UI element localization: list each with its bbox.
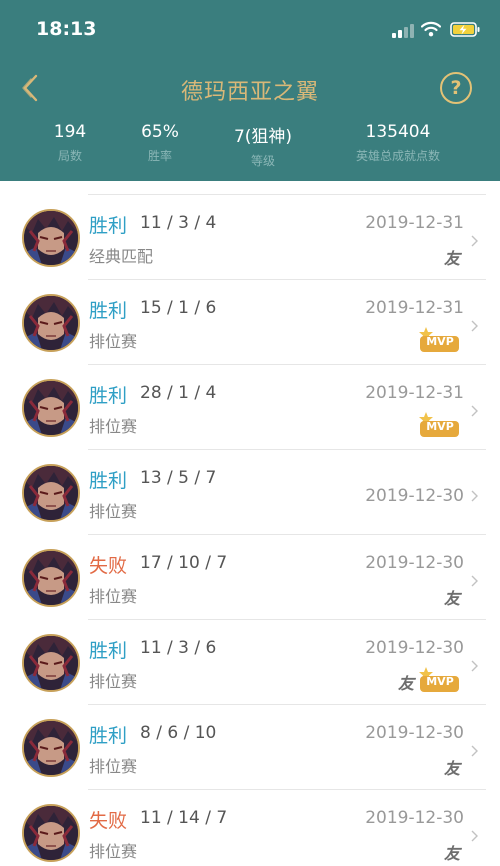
stat-label: 胜率 (147, 149, 172, 163)
match-mode: 排位赛 (89, 332, 138, 351)
match-kda: 11 / 3 / 6 (140, 638, 217, 658)
stat-games: 194 局数 (41, 122, 99, 164)
match-badges: 友 (370, 753, 460, 781)
chevron-right-icon (470, 657, 478, 672)
hero-stats: 194 局数 65% 胜率 7(狙神) 等级 135404 英雄总成就点数 (0, 122, 500, 172)
friend-badge: 友 (443, 249, 460, 268)
stat-value: 7(狙神) (233, 127, 293, 147)
match-history-list: 胜利 11 / 3 / 4 经典匹配 2019-12-31 友胜利 15 / 1 / 6排… (0, 181, 500, 866)
chevron-right-icon (470, 487, 478, 502)
mvp-badge-label: MVP (426, 335, 454, 348)
match-badges: MVP (370, 411, 460, 441)
hero-avatar (22, 209, 80, 267)
back-button[interactable] (14, 70, 48, 106)
chevron-right-icon (470, 572, 478, 587)
match-result: 失败 (89, 555, 128, 577)
match-mode: 排位赛 (89, 502, 138, 521)
mvp-badge-label: MVP (426, 675, 454, 688)
match-mode: 排位赛 (89, 842, 138, 861)
stat-level: 7(狙神) 等级 (213, 122, 313, 169)
match-row[interactable]: 胜利 28 / 1 / 4 排位赛 2019-12-31 MVP (0, 365, 500, 450)
friend-badge: 友 (443, 589, 460, 608)
stat-value: 65% (141, 122, 179, 142)
match-kda: 8 / 6 / 10 (140, 723, 217, 743)
match-kda: 11 / 14 / 7 (140, 808, 228, 828)
stat-win-rate: 65% 胜率 (130, 122, 190, 164)
match-result: 失败 (89, 810, 128, 832)
wifi-icon (421, 21, 441, 37)
match-result: 胜利 (89, 725, 128, 747)
stat-achievement-points: 135404 英雄总成就点数 (338, 122, 458, 164)
stat-label: 局数 (57, 149, 82, 163)
match-mode: 排位赛 (89, 672, 138, 691)
match-mode: 排位赛 (89, 417, 138, 436)
match-result: 胜利 (89, 385, 128, 407)
hero-avatar (22, 294, 80, 352)
match-row[interactable]: 胜利 15 / 1 / 6 排位赛 2019-12-31 MVP (0, 280, 500, 365)
match-row[interactable]: 胜利 13 / 5 / 7 排位赛 2019-12-30 (0, 450, 500, 535)
chevron-right-icon (470, 827, 478, 842)
match-kda: 11 / 3 / 4 (140, 213, 217, 233)
hero-avatar (22, 379, 80, 437)
page-title: 德玛西亚之翼 (180, 80, 319, 105)
match-date: 2019-12-30 (365, 723, 464, 743)
stat-label: 英雄总成就点数 (355, 149, 440, 163)
stat-value: 135404 (365, 122, 431, 142)
chevron-right-icon (470, 317, 478, 332)
nav-bar: 德玛西亚之翼 ? (0, 60, 500, 116)
mvp-badge: MVP (418, 326, 460, 354)
hero-avatar (22, 719, 80, 777)
match-date: 2019-12-31 (365, 213, 464, 233)
match-result: 胜利 (89, 215, 128, 237)
match-date: 2019-12-31 (365, 298, 464, 318)
match-date: 2019-12-30 (365, 808, 464, 828)
match-date: 2019-12-30 (365, 638, 464, 658)
match-result: 胜利 (89, 470, 128, 492)
mvp-badge: MVP (418, 411, 460, 439)
stat-value: 194 (53, 122, 87, 142)
friend-badge: 友 (397, 674, 414, 693)
chevron-right-icon (470, 232, 478, 247)
hero-avatar (22, 634, 80, 692)
chevron-right-icon (470, 742, 478, 757)
status-bar: 18:13 (0, 0, 500, 60)
stat-label: 等级 (250, 154, 275, 168)
status-time: 18:13 (36, 18, 97, 40)
match-row[interactable]: 失败 17 / 10 / 7 排位赛 2019-12-30 友 (0, 535, 500, 620)
match-badges: MVP 友 (370, 666, 460, 696)
match-result: 胜利 (89, 640, 128, 662)
hero-avatar (22, 549, 80, 607)
match-badges: MVP (370, 326, 460, 356)
match-date: 2019-12-30 (365, 486, 464, 506)
help-button[interactable]: ? (440, 72, 472, 104)
match-row[interactable]: 失败 11 / 14 / 7 排位赛 2019-12-30 友 (0, 790, 500, 866)
match-badges: 友 (370, 243, 460, 271)
match-date: 2019-12-31 (365, 383, 464, 403)
friend-badge: 友 (443, 759, 460, 778)
match-date: 2019-12-30 (365, 553, 464, 573)
match-row[interactable]: 胜利 8 / 6 / 10 排位赛 2019-12-30 友 (0, 705, 500, 790)
friend-badge: 友 (443, 844, 460, 863)
chevron-right-icon (470, 402, 478, 417)
match-badges: 友 (370, 583, 460, 611)
app-header: 18:13 德玛西亚之翼 ? 194 局数 65% 胜率 7(狙神) 等级 13… (0, 0, 500, 181)
cellular-signal-icon (392, 24, 414, 38)
match-kda: 28 / 1 / 4 (140, 383, 217, 403)
match-kda: 13 / 5 / 7 (140, 468, 217, 488)
match-result: 胜利 (89, 300, 128, 322)
mvp-badge: MVP (418, 666, 460, 694)
match-kda: 17 / 10 / 7 (140, 553, 228, 573)
match-row[interactable]: 胜利 11 / 3 / 6 排位赛 2019-12-30 MVP 友 (0, 620, 500, 705)
match-row[interactable]: 胜利 11 / 3 / 4 经典匹配 2019-12-31 友 (0, 195, 500, 280)
match-mode: 排位赛 (89, 757, 138, 776)
mvp-badge-label: MVP (426, 420, 454, 433)
match-badges: 友 (370, 838, 460, 866)
match-kda: 15 / 1 / 6 (140, 298, 217, 318)
match-mode: 经典匹配 (89, 247, 154, 266)
battery-charging-icon (450, 22, 480, 37)
match-mode: 排位赛 (89, 587, 138, 606)
hero-avatar (22, 804, 80, 862)
hero-avatar (22, 464, 80, 522)
